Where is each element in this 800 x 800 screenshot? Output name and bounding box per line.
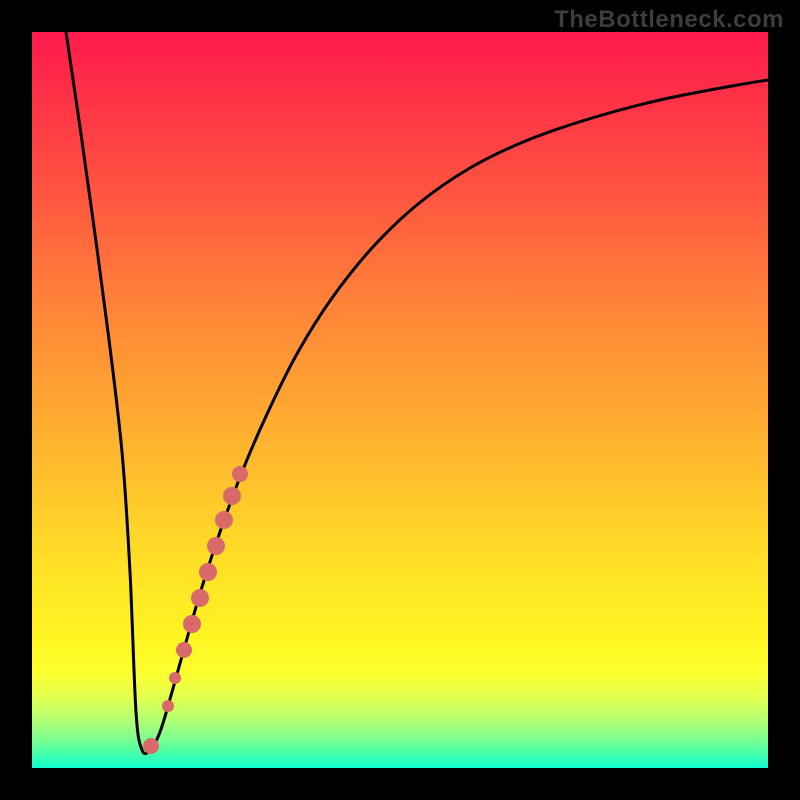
curve-group	[66, 32, 768, 754]
highlight-dot	[191, 589, 209, 607]
highlight-dot	[199, 563, 217, 581]
highlight-dot	[169, 672, 181, 684]
chart-svg	[32, 32, 768, 768]
highlight-dot	[176, 642, 192, 658]
plot-area	[32, 32, 768, 768]
highlight-dot	[143, 738, 159, 754]
highlight-dot	[232, 466, 248, 482]
watermark-text: TheBottleneck.com	[554, 6, 784, 34]
highlight-dot	[183, 615, 201, 633]
highlight-dot	[215, 511, 233, 529]
highlight-dot	[223, 487, 241, 505]
chart-frame: TheBottleneck.com	[0, 0, 800, 800]
bottleneck-curve	[66, 32, 768, 754]
highlight-dot	[162, 700, 174, 712]
highlight-dot	[207, 537, 225, 555]
